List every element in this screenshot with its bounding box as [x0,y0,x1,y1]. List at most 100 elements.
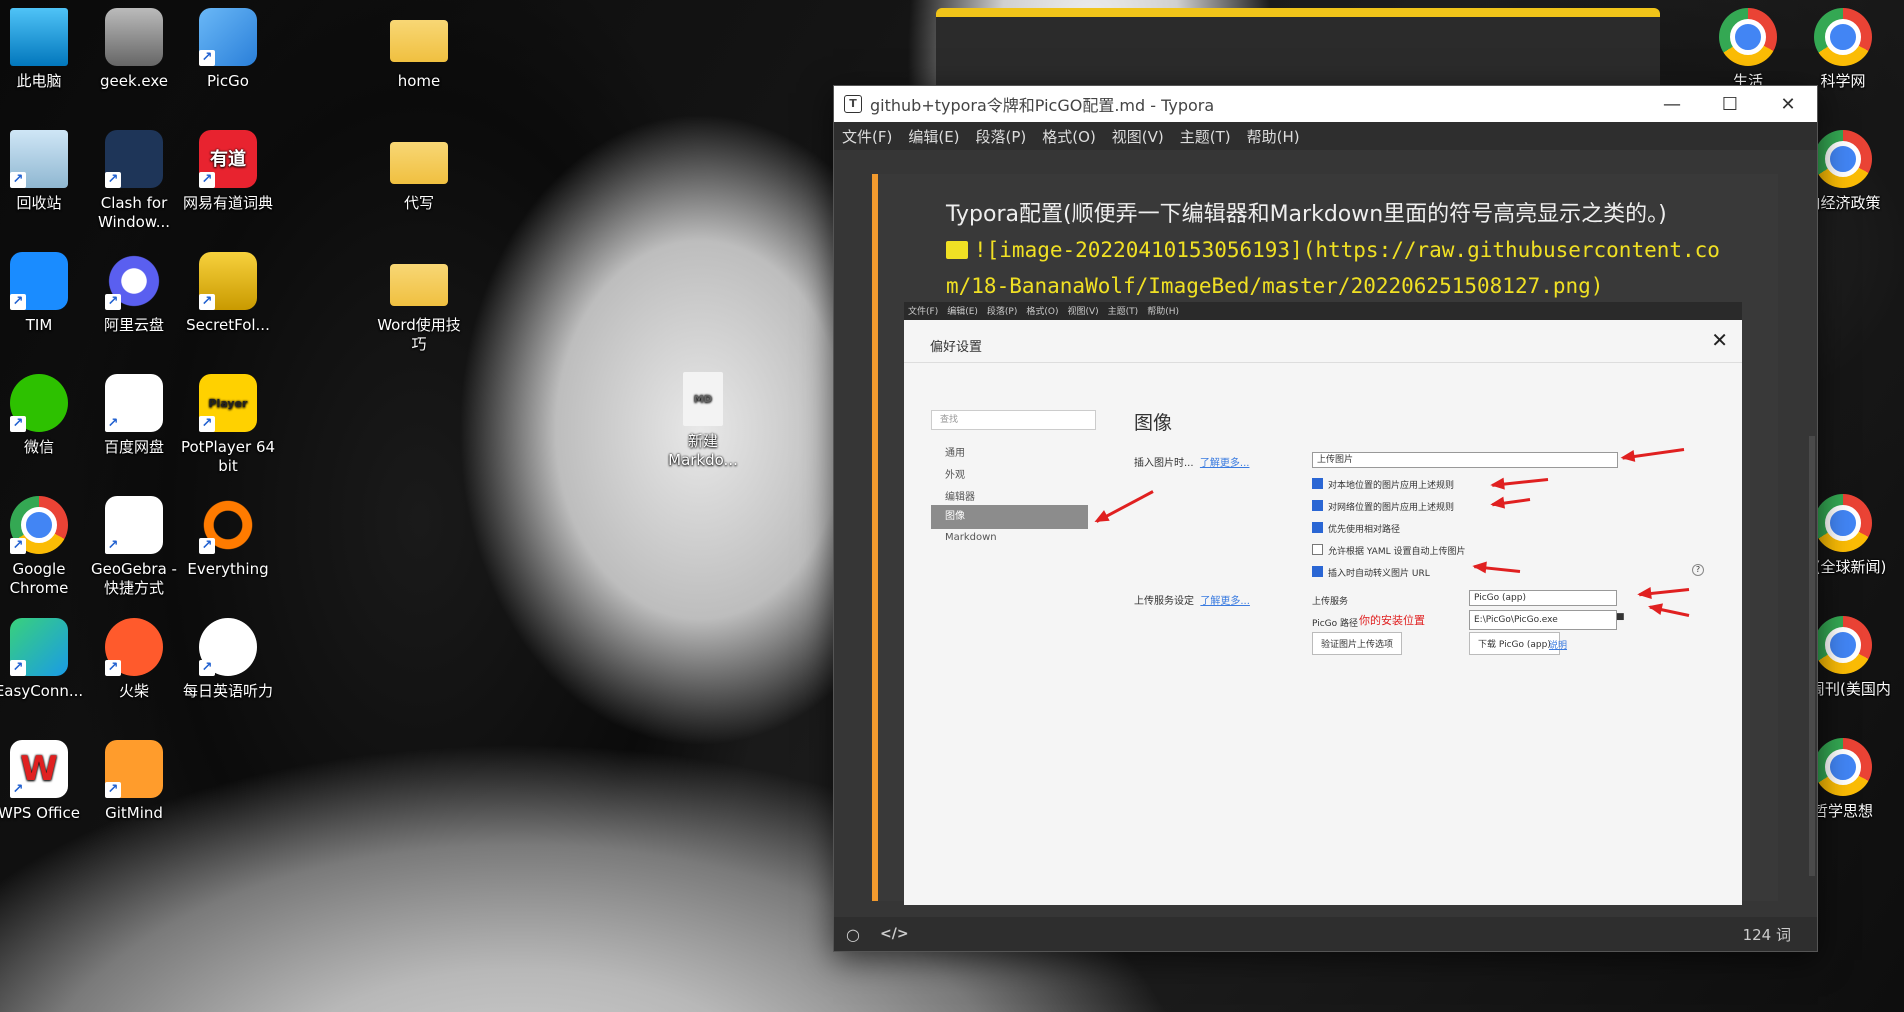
checkbox-icon [1312,566,1323,577]
nav-general: 通用 [945,448,965,459]
desktop-icon-baidu-netdisk[interactable]: ↗ 百度网盘 [86,374,182,457]
geogebra-icon: ↗ [105,496,163,554]
shortcut-arrow-icon: ↗ [10,782,26,798]
desktop-icon-huochai[interactable]: ↗ 火柴 [86,618,182,701]
huochai-icon: ↗ [105,618,163,676]
upload-settings-label: 上传服务设定 了解更多... [1134,592,1250,607]
desktop-icon-label: 微信 [23,438,54,456]
minimize-button[interactable]: — [1643,94,1701,115]
desktop-icon-lock[interactable]: ↗ SecretFol... [180,252,276,335]
check-network: 对网络位置的图片应用上述规则 [1312,500,1454,513]
close-button[interactable]: ✕ [1759,94,1817,115]
desktop-icon-potplayer[interactable]: Player ↗ PotPlayer 64 bit [180,374,276,476]
desktop-icon-picgo[interactable]: ↗ PicGo [180,8,276,91]
desktop-icon-wps[interactable]: W ↗ WPS Office [0,740,87,823]
folder-word-tips[interactable]: Word使用技巧 [371,252,467,354]
shortcut-arrow-icon: ↗ [105,538,121,554]
recycle-bin-icon: ↗ [10,130,68,188]
annotation-arrow [1492,478,1549,487]
check-label: 对网络位置的图片应用上述规则 [1328,503,1455,513]
check-escape: 插入时自动转义图片 URL [1312,566,1430,579]
dialog-close-icon: ✕ [1711,328,1728,352]
desktop-icon-youdao[interactable]: 有道 ↗ 网易有道词典 [180,130,276,213]
outline-toggle-icon[interactable]: ○ [846,925,860,944]
shot-menu-item: 段落(P) [986,307,1018,317]
desktop-icon-label: 每日英语听力 [182,682,273,700]
desktop-icon-label: 此电脑 [16,72,62,90]
shortcut-arrow-icon: ↗ [105,294,121,310]
desktop-icon-easyconnect[interactable]: ↗ EasyConn... [0,618,87,701]
maximize-button[interactable]: ☐ [1701,94,1759,115]
typora-window[interactable]: T github+typora令牌和PicGO配置.md - Typora — … [833,85,1818,952]
desktop-icon-aliyun-drive[interactable]: ↗ 阿里云盘 [86,252,182,335]
menu-edit[interactable]: 编辑(E) [908,126,959,147]
folder-daixie[interactable]: 代写 [371,130,467,213]
insert-label: 插入图片时... 了解更多... [1134,454,1249,469]
insert-select: 上传图片 [1312,452,1618,468]
desktop-icon-geek[interactable]: geek.exe [86,8,182,91]
check-label: 对本地位置的图片应用上述规则 [1328,481,1455,491]
window-title: github+typora令牌和PicGO配置.md - Typora [870,96,1215,115]
desktop-icon-chrome[interactable]: ↗ Google Chrome [0,496,87,598]
shot-menu-item: 格式(O) [1026,307,1059,317]
image-markdown-source[interactable]: ![image-20220410153056193](https://raw.g… [946,232,1791,304]
chrome-icon [1814,616,1872,674]
learn-more-link: 了解更多... [1199,458,1250,469]
paragraph-text[interactable]: Typora配置(顺便弄一下编辑器和Markdown里面的符号高亮显示之类的。) [946,196,1667,228]
folder-home[interactable]: home [371,8,467,91]
shortcut-arrow-icon: ↗ [105,782,121,798]
source-code-toggle-icon[interactable]: </> [880,926,909,942]
aliyun-drive-icon: ↗ [105,252,163,310]
shortcut-arrow-icon: ↗ [10,416,26,432]
desktop-icon-computer[interactable]: 此电脑 [0,8,87,91]
desktop-icon-clash[interactable]: ↗ Clash for Window... [86,130,182,232]
embedded-screenshot[interactable]: 文件(F) 编辑(E) 段落(P) 格式(O) 视图(V) 主题(T) 帮助(H) 偏好设置… [904,302,1742,905]
desktop-icon-label: WPS Office [0,804,80,822]
chrome-shortcut[interactable]: 生活 [1700,8,1796,91]
help-icon: ? [1692,564,1704,576]
chrome-icon [1814,130,1872,188]
code-line-2: m/18-BananaWolf/ImageBed/master/20220625… [946,274,1604,298]
desktop-icon-geogebra[interactable]: ↗ GeoGebra - 快捷方式 [86,496,182,598]
service-select: PicGo (app) [1469,590,1617,606]
menu-file[interactable]: 文件(F) [842,126,892,147]
chrome-icon [1814,738,1872,796]
menu-help[interactable]: 帮助(H) [1247,126,1300,147]
chrome-icon [1719,8,1777,66]
annotation-arrow [1492,498,1531,507]
menu-theme[interactable]: 主题(T) [1180,126,1231,147]
checkbox-icon [1312,522,1323,533]
easyconnect-icon: ↗ [10,618,68,676]
desktop-icon-label: 百度网盘 [103,438,164,456]
desktop-icon-wechat[interactable]: ↗ 微信 [0,374,87,457]
desktop-icon-tim[interactable]: ↗ TIM [0,252,87,335]
menu-paragraph[interactable]: 段落(P) [976,126,1027,147]
path-label: PicGo 路径 [1312,619,1359,629]
shortcut-arrow-icon: ↗ [199,50,215,66]
menu-format[interactable]: 格式(O) [1042,126,1096,147]
menu-view[interactable]: 视图(V) [1112,126,1164,147]
wechat-icon: ↗ [10,374,68,432]
check-label: 插入时自动转义图片 URL [1328,569,1430,579]
annotation-arrow [1649,605,1690,617]
chrome-shortcut[interactable]: 科学网 [1795,8,1891,91]
desktop-icon-recycle-bin[interactable]: ↗ 回收站 [0,130,87,213]
code-line-1: ![image-20220410153056193](https://raw.g… [974,238,1720,262]
shot-menu-item: 视图(V) [1067,307,1099,317]
nav-image: 图像 [931,505,1088,529]
desktop-icon-everything[interactable]: ↗ Everything [180,496,276,579]
scrollbar[interactable] [1809,436,1815,876]
shortcut-arrow-icon: ↗ [105,660,121,676]
shot-menu-item: 文件(F) [908,307,939,317]
desktop-icon-label: PotPlayer 64 bit [180,438,276,475]
desktop-icon-gitmind[interactable]: ↗ GitMind [86,740,182,823]
markdown-file-icon: MD [683,372,723,426]
desktop-icon-english-listening[interactable]: ↗ 每日英语听力 [180,618,276,701]
markdown-file[interactable]: MD 新建 Markdo... [655,372,751,470]
status-bar: ○ </> 124 词 [834,917,1817,951]
desktop-icon-label: SecretFol... [186,316,270,334]
shortcut-arrow-icon: ↗ [199,294,215,310]
title-bar[interactable]: T github+typora令牌和PicGO配置.md - Typora — … [834,86,1817,122]
word-count[interactable]: 124 词 [1743,924,1791,945]
blockquote-bar [872,174,878,901]
